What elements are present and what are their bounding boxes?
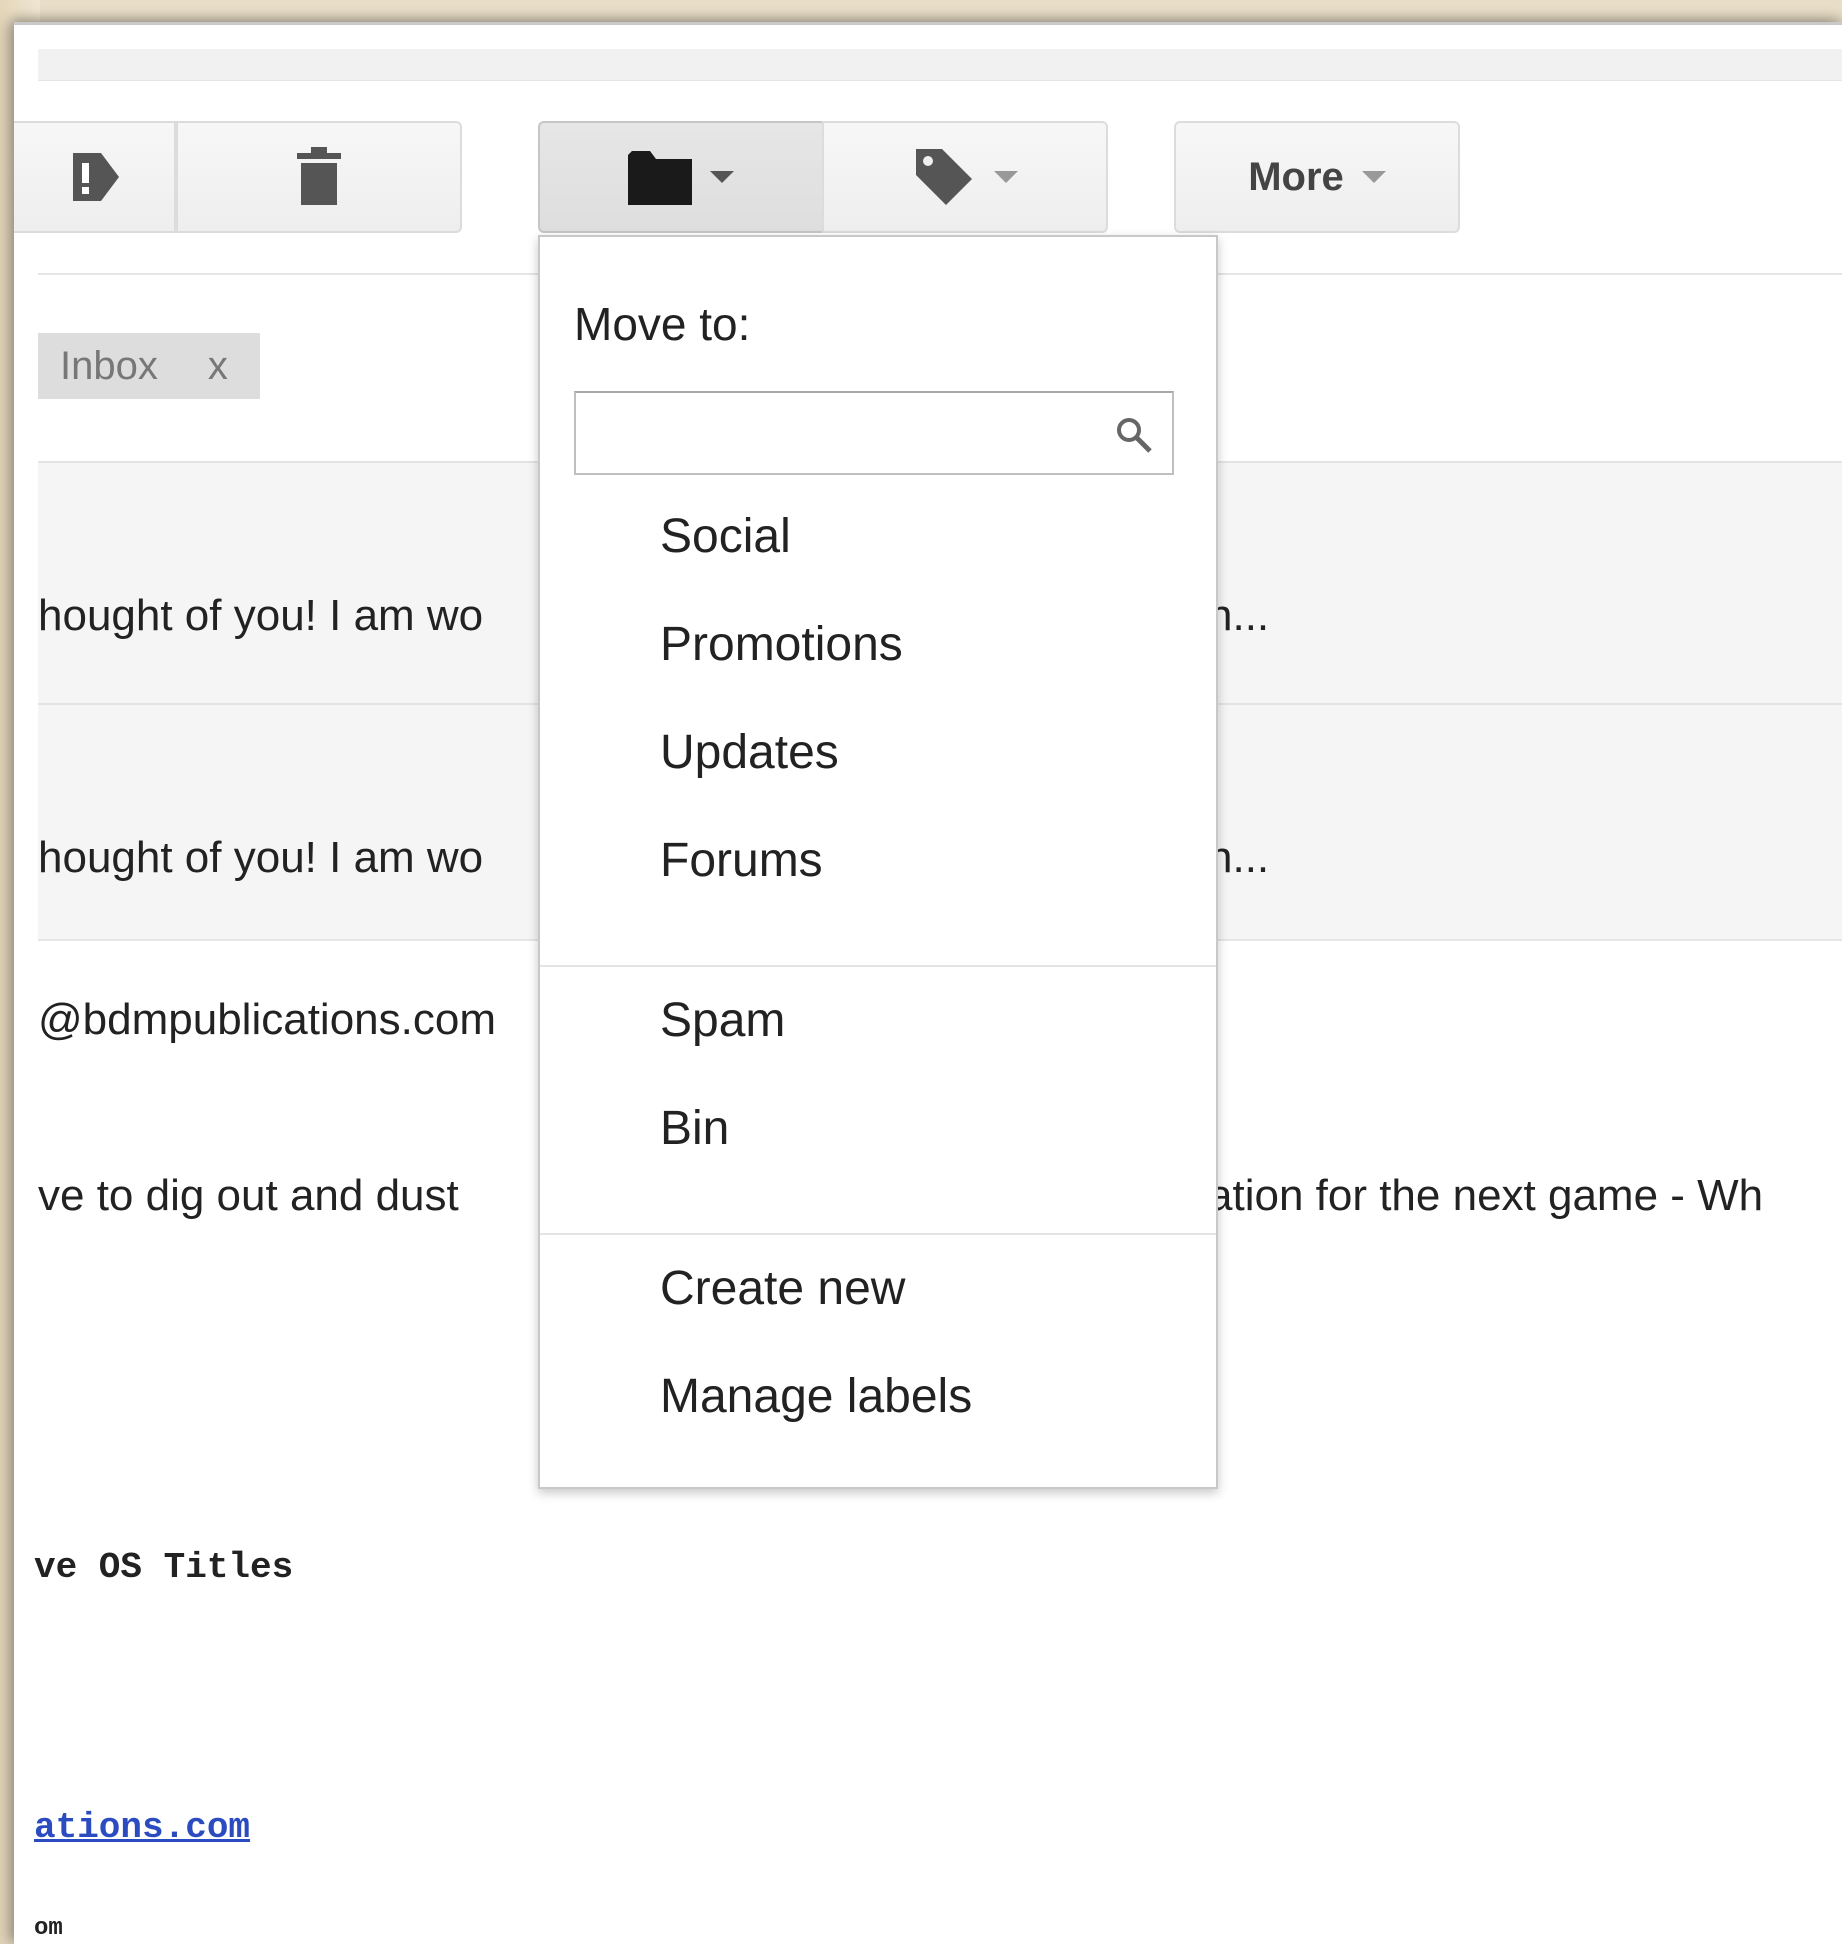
email-link[interactable]: ations.com	[34, 1807, 250, 1848]
move-to-button[interactable]	[538, 121, 824, 233]
mail-window: More Inbox x hought of you! I am wo h...…	[14, 22, 1842, 1944]
folder-icon	[628, 151, 692, 205]
report-spam-icon	[73, 153, 119, 201]
sender-email: @bdmpublications.com	[38, 995, 496, 1044]
email-body-line-tail: ation for the next game - Wh	[1208, 1171, 1764, 1220]
email-body-line: ve to dig out and dust	[38, 1171, 459, 1220]
menu-item-bin[interactable]: Bin	[660, 1101, 729, 1156]
chip-label: Inbox	[60, 343, 158, 388]
email-body-fragment: om	[34, 1915, 63, 1942]
label-tag-icon	[916, 149, 972, 205]
menu-search-input[interactable]	[586, 401, 1106, 465]
menu-item-spam[interactable]: Spam	[660, 993, 785, 1048]
move-to-menu: Move to: Social Promotions Updates Forum…	[538, 235, 1218, 1489]
menu-item-create-new[interactable]: Create new	[660, 1261, 905, 1316]
report-spam-button[interactable]	[14, 121, 176, 233]
chip-close-button[interactable]: x	[208, 344, 228, 389]
chevron-down-icon	[1361, 171, 1386, 183]
menu-title: Move to:	[574, 298, 751, 350]
message-snippet: hought of you! I am wo	[38, 591, 484, 640]
labels-button[interactable]	[822, 121, 1108, 233]
menu-search-box[interactable]	[574, 391, 1174, 475]
more-label: More	[1248, 154, 1344, 199]
top-bar	[38, 49, 1842, 81]
chevron-down-icon	[994, 171, 1018, 183]
more-button[interactable]: More	[1174, 121, 1460, 233]
menu-item-promotions[interactable]: Promotions	[660, 617, 903, 672]
menu-item-manage-labels[interactable]: Manage labels	[660, 1369, 972, 1424]
delete-button[interactable]	[176, 121, 462, 233]
email-body-mono: ve OS Titles	[34, 1547, 294, 1588]
inbox-filter-chip: Inbox x	[38, 333, 260, 399]
chevron-down-icon	[710, 171, 734, 183]
menu-separator	[540, 1233, 1216, 1235]
menu-item-updates[interactable]: Updates	[660, 725, 839, 780]
menu-separator	[540, 965, 1216, 967]
trash-icon	[297, 147, 341, 205]
message-snippet: hought of you! I am wo	[38, 833, 484, 882]
menu-item-social[interactable]: Social	[660, 509, 791, 564]
search-icon	[1117, 418, 1152, 453]
menu-item-forums[interactable]: Forums	[660, 833, 823, 888]
